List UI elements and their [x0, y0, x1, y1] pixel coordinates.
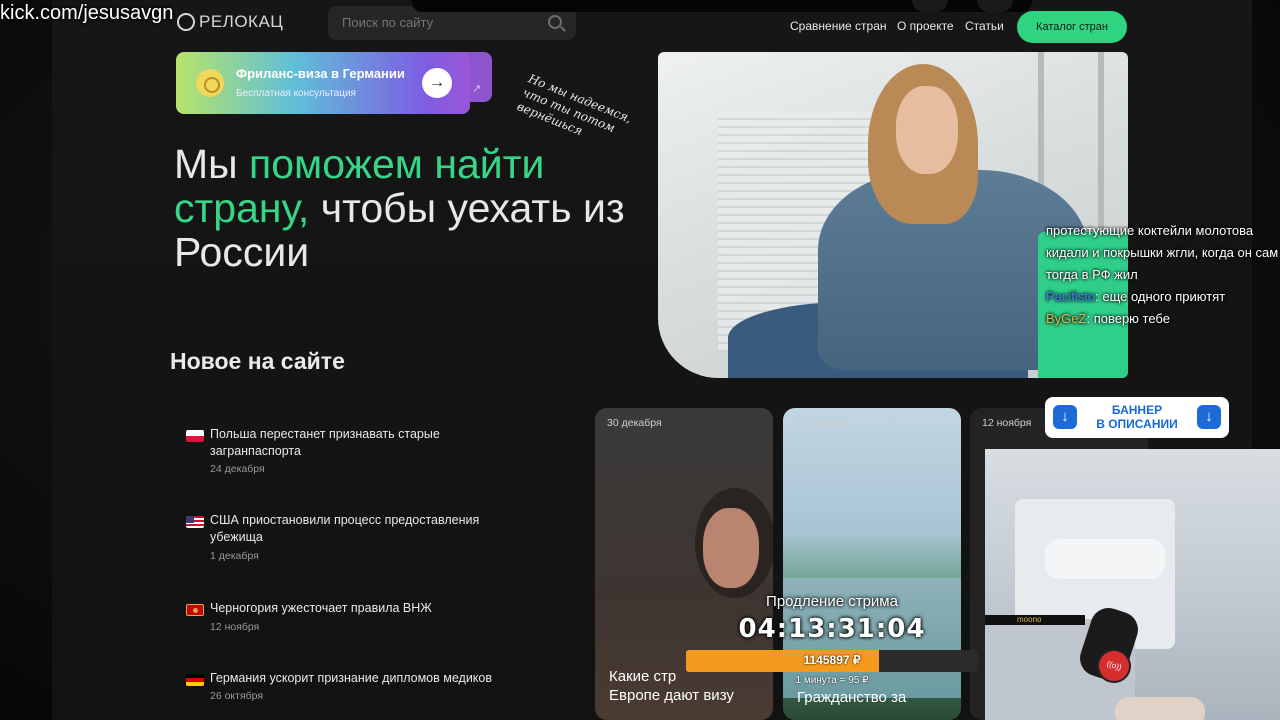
news-date: 12 ноября: [210, 621, 260, 633]
chat-username: Pacifisto: [1046, 289, 1096, 304]
webcam-pillow: [1045, 539, 1165, 579]
timer-amount: 1145897 ₽: [803, 653, 861, 667]
nav-articles[interactable]: Статьи: [965, 19, 1004, 33]
usa-flag-icon: [186, 516, 204, 528]
chat-message: протестующие коктейли молотова кидали и …: [1046, 220, 1280, 286]
chat-overlay: протестующие коктейли молотова кидали и …: [1046, 220, 1280, 330]
card-date: 30 декабря: [607, 417, 662, 429]
logo-icon: [177, 13, 195, 31]
timer-label: Продление стрима: [766, 593, 898, 610]
chat-text: : поверю тебе: [1086, 311, 1170, 326]
timer-rate: 1 минута = 95 ₽: [795, 675, 869, 686]
webcam-feed: moono ((o)): [985, 449, 1280, 720]
news-title[interactable]: США приостановили процесс предоставления…: [210, 512, 530, 546]
banner-in-description: ↓ БАННЕР В ОПИСАНИИ ↓: [1045, 397, 1229, 438]
catalog-button[interactable]: Каталог стран: [1017, 11, 1127, 43]
search-icon[interactable]: [548, 15, 562, 29]
card-image-face: [703, 508, 759, 588]
timer-value: 04:13:31:04: [738, 614, 926, 644]
poland-flag-icon: [186, 430, 204, 442]
montenegro-flag-icon: [186, 604, 204, 616]
webcam-lamp: [1115, 697, 1205, 720]
download-arrow-icon: ↓: [1197, 405, 1221, 429]
hero-title: Мы поможем найти страну, чтобы уехать из…: [174, 141, 625, 275]
card-date: 17 декабря: [795, 417, 850, 429]
nav-about[interactable]: О проекте: [897, 19, 954, 33]
chat-message: Pacifisto: еще одного приютят: [1046, 286, 1280, 308]
stream-extension-timer: Продление стрима 04:13:31:04 1145897 ₽ 1…: [686, 593, 978, 686]
site-logo[interactable]: РЕЛОКАЦ: [177, 12, 283, 32]
external-link-icon: ↗: [472, 83, 482, 95]
coin-icon: [196, 69, 224, 97]
news-date: 24 декабря: [210, 463, 265, 475]
stream-url: kick.com/jesusavgn: [0, 2, 174, 24]
promo-title: Фриланс-виза в Германии: [236, 66, 405, 81]
germany-flag-icon: [186, 674, 204, 686]
promo-subtitle: Бесплатная консультация: [236, 88, 356, 99]
add-icon[interactable]: [977, 0, 1013, 12]
person-face: [896, 86, 958, 174]
news-title[interactable]: Польша перестанет признавать старые загр…: [210, 426, 530, 460]
card-date: 12 ноября: [982, 417, 1032, 429]
browser-top-bar: [412, 0, 1032, 12]
promo-card[interactable]: Фриланс-виза в Германии Бесплатная консу…: [176, 52, 470, 114]
search-input[interactable]: [342, 15, 532, 30]
card-caption: Гражданство за: [797, 689, 907, 706]
download-arrow-icon: ↓: [1053, 405, 1077, 429]
search-icon[interactable]: [912, 0, 948, 12]
nav-compare-countries[interactable]: Сравнение стран: [790, 19, 887, 33]
arrow-right-icon[interactable]: →: [422, 68, 452, 98]
chat-text: : еще одного приютят: [1095, 289, 1226, 304]
news-title[interactable]: Германия ускорит признание дипломов меди…: [210, 670, 530, 687]
timer-progress-bar: 1145897 ₽: [686, 650, 978, 672]
news-date: 1 декабря: [210, 550, 259, 562]
news-date: 26 октября: [210, 690, 264, 702]
mic-arm-label: moono: [1017, 615, 1042, 624]
section-title-news: Новое на сайте: [170, 348, 345, 374]
chat-username: ByGeZ: [1046, 311, 1087, 326]
news-title[interactable]: Черногория ужесточает правила ВНЖ: [210, 600, 530, 617]
chat-text: протестующие коктейли молотова кидали и …: [1046, 223, 1279, 282]
chat-message: ByGeZ: поверю тебе: [1046, 308, 1280, 330]
